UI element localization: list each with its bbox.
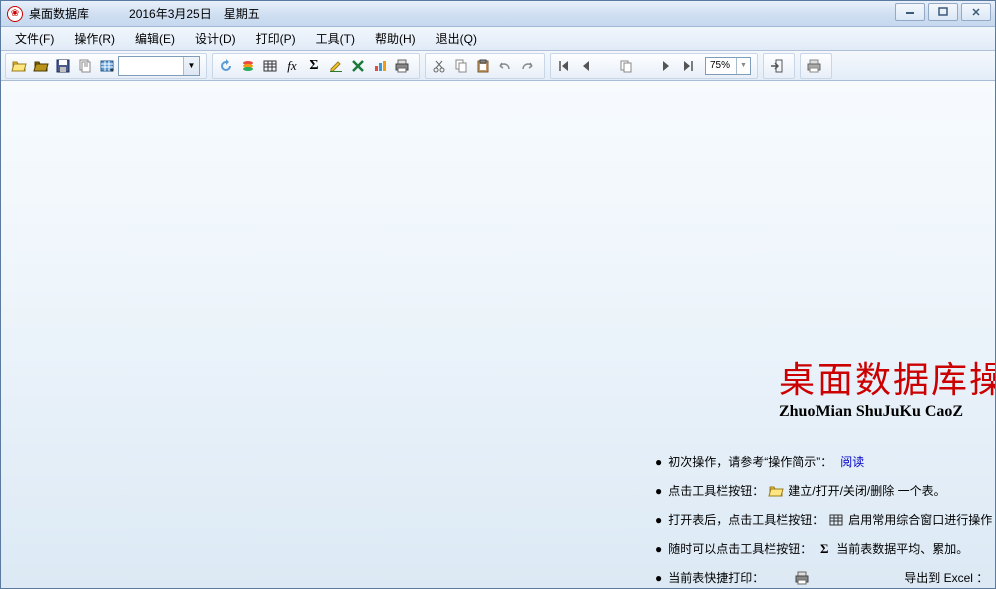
bullet-icon: ● — [655, 455, 662, 469]
sigma-icon[interactable]: Σ — [303, 55, 325, 77]
app-icon: ❀ — [7, 6, 23, 22]
layers-icon[interactable] — [237, 55, 259, 77]
open-dark-folder-icon[interactable] — [30, 55, 52, 77]
toolbar-group-6 — [800, 53, 832, 79]
title-date: 2016年3月25日 — [129, 5, 212, 22]
content-heading: 桌面数据库操 ZhuoMian ShuJuKu CaoZ — [779, 351, 995, 421]
undo-icon[interactable] — [494, 55, 516, 77]
instr3-post: 启用常用综合窗口进行操作 — [848, 511, 992, 528]
dropdown-arrow-icon: ▼ — [183, 57, 199, 75]
toolbar-group-5 — [763, 53, 795, 79]
menu-exit[interactable]: 退出(Q) — [426, 27, 487, 50]
menu-operate[interactable]: 操作(R) — [64, 27, 125, 50]
menu-design[interactable]: 设计(D) — [185, 27, 246, 50]
table-icon[interactable] — [259, 55, 281, 77]
menu-help[interactable]: 帮助(H) — [365, 27, 426, 50]
maximize-button[interactable] — [928, 3, 958, 21]
edit-pencil-icon[interactable] — [325, 55, 347, 77]
bullet-icon: ● — [655, 542, 662, 556]
instruction-row-2: ● 点击工具栏按钮： 建立/打开/关闭/删除 一个表。 — [655, 482, 995, 499]
menu-tools[interactable]: 工具(T) — [306, 27, 365, 50]
page-sep-2 — [637, 55, 655, 77]
zoom-dropdown[interactable]: 75% ▼ — [705, 57, 751, 75]
toolbar-group-4: 75% ▼ — [550, 53, 758, 79]
minimize-button[interactable] — [895, 3, 925, 21]
instruction-row-3: ● 打开表后，点击工具栏按钮： 启用常用综合窗口进行操作 — [655, 511, 995, 528]
table-inline-icon — [828, 512, 844, 528]
page-copy-icon[interactable] — [615, 55, 637, 77]
printer-icon[interactable] — [391, 55, 413, 77]
toolbar: ▼ fx Σ 75% ▼ — [1, 51, 995, 81]
printer-inline-icon — [794, 570, 810, 586]
copy-table-icon[interactable] — [74, 55, 96, 77]
title-bar: ❀ 桌面数据库 2016年3月25日 星期五 — [1, 1, 995, 27]
instr3-pre: 打开表后，点击工具栏按钮： — [668, 511, 824, 528]
instr4-pre: 随时可以点击工具栏按钮： — [668, 540, 812, 557]
bullet-icon: ● — [655, 484, 662, 498]
folder-inline-icon — [768, 483, 784, 499]
prev-page-icon[interactable] — [575, 55, 597, 77]
bullet-icon: ● — [655, 571, 662, 585]
copy-icon[interactable] — [450, 55, 472, 77]
menu-edit[interactable]: 编辑(E) — [125, 27, 185, 50]
window-title: 桌面数据库 — [29, 5, 89, 22]
open-folder-icon[interactable] — [8, 55, 30, 77]
close-button[interactable] — [961, 3, 991, 21]
menu-file[interactable]: 文件(F) — [5, 27, 64, 50]
cut-icon[interactable] — [428, 55, 450, 77]
instr5-pre: 当前表快捷打印： — [668, 569, 764, 586]
exit-door-icon[interactable] — [766, 55, 788, 77]
menu-print[interactable]: 打印(P) — [246, 27, 306, 50]
instruction-row-1: ● 初次操作，请参考“操作简示”： 阅读 — [655, 453, 995, 470]
first-page-icon[interactable] — [553, 55, 575, 77]
read-link[interactable]: 阅读 — [840, 453, 864, 470]
instructions: ● 初次操作，请参考“操作简示”： 阅读 ● 点击工具栏按钮： 建立/打开/关闭… — [655, 441, 995, 588]
instr2-pre: 点击工具栏按钮： — [668, 482, 764, 499]
printer2-icon[interactable] — [803, 55, 825, 77]
grid-view-icon[interactable] — [96, 55, 118, 77]
toolbar-dropdown[interactable]: ▼ — [118, 56, 200, 76]
instr2-post: 建立/打开/关闭/删除 一个表。 — [788, 482, 945, 499]
save-icon[interactable] — [52, 55, 74, 77]
last-page-icon[interactable] — [677, 55, 699, 77]
redo-icon[interactable] — [516, 55, 538, 77]
toolbar-group-2: fx Σ — [212, 53, 420, 79]
refresh-icon[interactable] — [215, 55, 237, 77]
instr4-post: 当前表数据平均、累加。 — [836, 540, 968, 557]
content-area: 桌面数据库操 ZhuoMian ShuJuKu CaoZ ● 初次操作，请参考“… — [1, 81, 995, 588]
paste-icon[interactable] — [472, 55, 494, 77]
title-weekday: 星期五 — [224, 5, 260, 22]
instruction-row-4: ● 随时可以点击工具栏按钮： Σ 当前表数据平均、累加。 — [655, 540, 995, 557]
instr1-text: 初次操作，请参考“操作简示”： — [668, 453, 832, 470]
page-sep-1 — [597, 55, 615, 77]
function-icon[interactable]: fx — [281, 55, 303, 77]
next-page-icon[interactable] — [655, 55, 677, 77]
menu-bar: 文件(F) 操作(R) 编辑(E) 设计(D) 打印(P) 工具(T) 帮助(H… — [1, 27, 995, 51]
chart-icon[interactable] — [369, 55, 391, 77]
pinyin-subtitle: ZhuoMian ShuJuKu CaoZ — [779, 403, 995, 421]
toolbar-group-1: ▼ — [5, 53, 207, 79]
sigma-inline-icon: Σ — [816, 541, 832, 557]
zoom-value: 75% — [710, 60, 730, 71]
toolbar-group-3 — [425, 53, 545, 79]
instruction-row-5: ● 当前表快捷打印： 导出到 Excel ： — [655, 569, 995, 586]
excel-icon[interactable] — [347, 55, 369, 77]
window-controls — [895, 3, 991, 21]
zoom-arrow-icon: ▼ — [736, 58, 750, 74]
big-title: 桌面数据库操 — [779, 351, 995, 403]
instr5-export: 导出到 Excel ： — [904, 569, 988, 586]
bullet-icon: ● — [655, 513, 662, 527]
